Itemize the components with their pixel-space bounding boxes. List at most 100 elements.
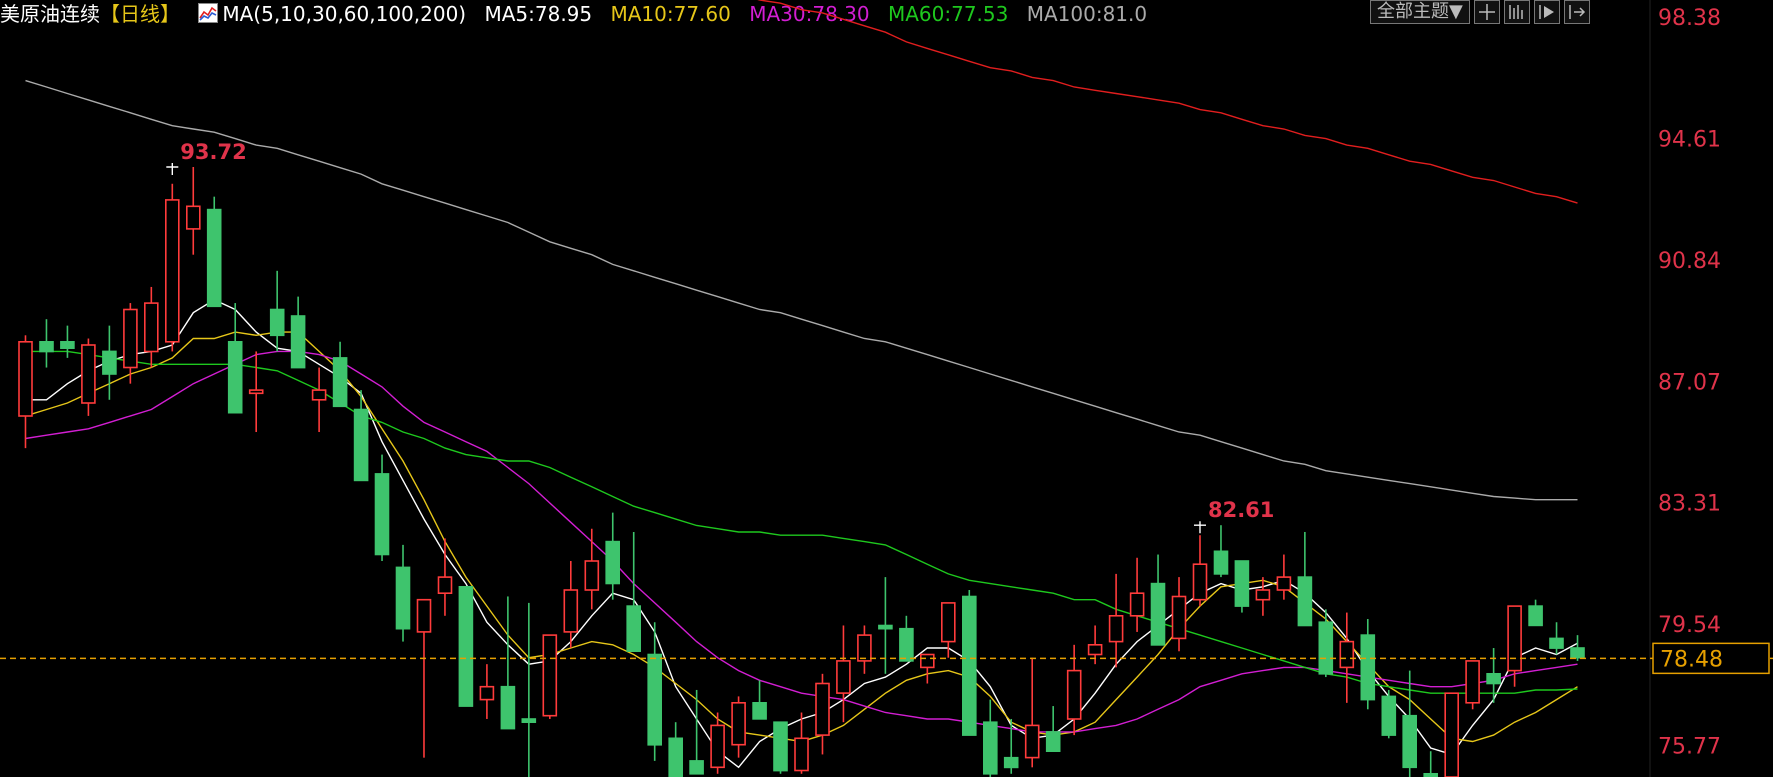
candle bbox=[773, 721, 788, 774]
ma-line-ma5 bbox=[25, 299, 1578, 769]
candle bbox=[102, 325, 117, 400]
candle-body bbox=[731, 701, 746, 746]
candle-body bbox=[332, 357, 348, 408]
candle bbox=[18, 335, 33, 449]
candle bbox=[1255, 577, 1271, 616]
candle-body bbox=[186, 205, 201, 230]
candle bbox=[940, 602, 956, 658]
candle bbox=[1549, 622, 1564, 655]
candle-body bbox=[458, 585, 474, 707]
candle bbox=[165, 183, 180, 352]
candle-body bbox=[773, 721, 788, 772]
candle bbox=[500, 596, 516, 730]
candle-body bbox=[836, 660, 851, 694]
candle-body bbox=[1402, 714, 1417, 769]
candle-body bbox=[878, 624, 893, 630]
y-tick-label: 87.07 bbox=[1658, 370, 1721, 395]
candle-body bbox=[102, 350, 117, 375]
candle bbox=[395, 544, 411, 642]
candle-body bbox=[60, 340, 75, 349]
candle bbox=[605, 512, 621, 600]
candle bbox=[123, 303, 138, 384]
peak-marker bbox=[166, 163, 179, 176]
candle-body bbox=[857, 634, 872, 662]
candle-body bbox=[311, 389, 327, 401]
y-tick-label: 90.84 bbox=[1658, 249, 1721, 274]
y-tick-label: 79.54 bbox=[1658, 613, 1721, 638]
candle-body bbox=[1087, 643, 1103, 656]
candle bbox=[836, 625, 851, 723]
candle-body bbox=[1381, 695, 1397, 736]
candle-body bbox=[18, 340, 33, 417]
candle bbox=[626, 531, 642, 652]
candle-body bbox=[940, 602, 956, 643]
candle-body bbox=[584, 560, 600, 591]
current-price-label: 78.48 bbox=[1660, 647, 1723, 672]
candle bbox=[332, 341, 348, 408]
candle-body bbox=[1528, 605, 1543, 627]
candle-body bbox=[794, 737, 809, 772]
candle-body bbox=[227, 340, 243, 414]
candle bbox=[1003, 718, 1019, 774]
candle-body bbox=[165, 199, 180, 343]
candle bbox=[1171, 577, 1187, 652]
candle-body bbox=[1360, 634, 1376, 701]
candle-body bbox=[81, 344, 96, 404]
candle-body bbox=[899, 627, 914, 662]
candle bbox=[1108, 573, 1124, 668]
candle-body bbox=[1045, 731, 1061, 753]
ma-line-ma30 bbox=[25, 350, 1578, 733]
peak-marker bbox=[1193, 521, 1206, 534]
candle bbox=[374, 454, 390, 561]
candle bbox=[1444, 692, 1459, 777]
peak-label: 82.61 bbox=[1208, 498, 1274, 522]
candle-body bbox=[1339, 640, 1355, 669]
candle bbox=[81, 338, 96, 416]
candle bbox=[689, 689, 704, 775]
candle-body bbox=[1234, 560, 1250, 607]
candle-body bbox=[689, 760, 704, 775]
candle-body bbox=[1507, 605, 1522, 672]
candle-body bbox=[961, 595, 977, 736]
candle-body bbox=[290, 315, 306, 369]
candle bbox=[1234, 560, 1250, 613]
candle bbox=[1192, 535, 1208, 607]
candle-body bbox=[542, 634, 558, 717]
candle bbox=[227, 303, 243, 414]
candle-body bbox=[982, 721, 998, 775]
candle bbox=[1360, 619, 1376, 710]
candle-body bbox=[919, 653, 935, 669]
candle-body bbox=[626, 605, 642, 652]
candle-body bbox=[374, 473, 390, 556]
candle bbox=[982, 699, 998, 777]
y-tick-label: 94.61 bbox=[1658, 127, 1721, 152]
candle-body bbox=[647, 653, 663, 746]
candle bbox=[542, 634, 558, 719]
candle bbox=[1045, 706, 1061, 753]
candle-body bbox=[1213, 550, 1229, 575]
candle bbox=[1486, 648, 1501, 703]
candle-body bbox=[1066, 669, 1082, 720]
candle-body bbox=[437, 576, 453, 594]
candle bbox=[1213, 525, 1229, 578]
candle bbox=[961, 590, 977, 736]
peak-label: 93.72 bbox=[180, 140, 246, 164]
candle-body bbox=[815, 682, 830, 736]
candle-body bbox=[1255, 589, 1271, 601]
ma-line-ma100 bbox=[25, 79, 1578, 501]
candle-body bbox=[1486, 672, 1501, 685]
candlestick-chart[interactable]: 78.48 98.38 94.61 90.84 87.07 83.31 79.54 75.77… bbox=[0, 0, 1773, 777]
candle-body bbox=[668, 737, 684, 777]
candle bbox=[416, 598, 432, 758]
candle-body bbox=[144, 302, 159, 353]
candle-body bbox=[1150, 582, 1166, 646]
candle bbox=[269, 270, 285, 352]
candle-body bbox=[353, 408, 369, 482]
candle-body bbox=[1465, 660, 1480, 704]
candle bbox=[60, 325, 75, 358]
candle-body bbox=[206, 208, 222, 308]
candle-body bbox=[1192, 563, 1208, 601]
candle-body bbox=[500, 685, 516, 730]
candle-body bbox=[1276, 576, 1292, 591]
candle-body bbox=[416, 598, 432, 633]
